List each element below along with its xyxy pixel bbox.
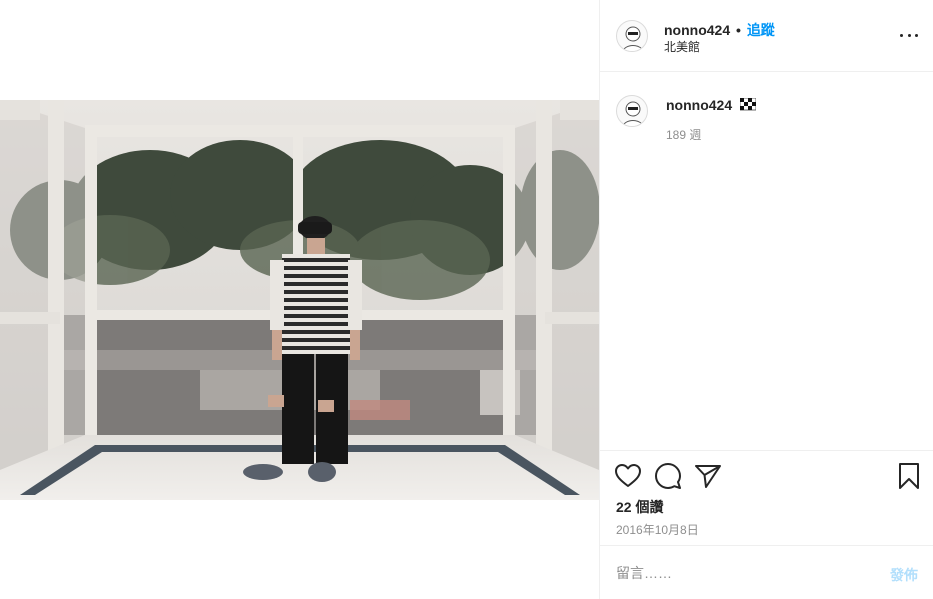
comment-input[interactable] <box>616 563 866 583</box>
location-link[interactable]: 北美館 <box>664 38 700 55</box>
follow-button[interactable]: 追蹤 <box>747 22 775 38</box>
post-comment-button[interactable]: 發佈 <box>890 565 918 585</box>
avatar-illustration <box>622 26 644 51</box>
avatar-illustration <box>622 101 644 126</box>
caption-timestamp[interactable]: 189 週 <box>666 126 701 143</box>
caption-area: nonno424 189 週 <box>600 72 933 450</box>
avatar[interactable] <box>616 20 648 52</box>
caption-username[interactable]: nonno424 <box>666 97 732 113</box>
likes-count[interactable]: 22 個讚 <box>616 497 663 517</box>
caption-text: nonno424 <box>666 97 757 114</box>
actions-area: 22 個讚 2016年10月8日 <box>600 450 933 545</box>
separator-dot: • <box>736 22 741 38</box>
comment-bubble-icon[interactable] <box>655 463 681 489</box>
more-options-icon[interactable] <box>900 26 918 44</box>
photo-illustration <box>0 100 599 500</box>
post-sidebar: nonno424 • 追蹤 北美館 nonno424 189 週 22 個讚 2… <box>599 0 933 599</box>
post-photo[interactable] <box>0 100 599 500</box>
checkered-flag-icon <box>739 97 757 114</box>
username-link[interactable]: nonno424 <box>664 22 730 38</box>
comment-form: 發佈 <box>600 545 933 599</box>
media-pane <box>0 0 599 599</box>
paper-plane-icon[interactable] <box>695 463 721 489</box>
bookmark-icon[interactable] <box>896 463 922 489</box>
caption-avatar[interactable] <box>616 95 648 127</box>
post-header: nonno424 • 追蹤 北美館 <box>600 0 933 72</box>
post-date[interactable]: 2016年10月8日 <box>616 521 699 538</box>
header-user-line: nonno424 • 追蹤 <box>664 20 775 40</box>
heart-icon[interactable] <box>615 463 641 489</box>
